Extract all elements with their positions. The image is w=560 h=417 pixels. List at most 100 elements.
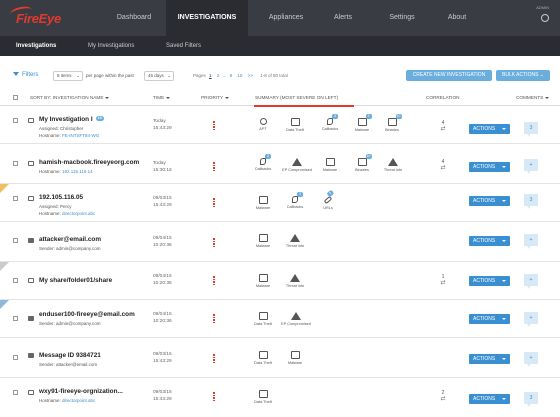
actions-button[interactable]: ACTIONS xyxy=(469,394,510,404)
filters-button[interactable]: Filters xyxy=(13,72,38,78)
actions-button[interactable]: ACTIONS xyxy=(469,276,510,286)
admin-label[interactable]: ADMIN xyxy=(536,5,549,10)
summary-malware[interactable]: Malware xyxy=(251,196,275,210)
nav-investigations[interactable]: INVESTIGATIONS xyxy=(166,0,248,36)
row-checkbox[interactable] xyxy=(13,355,18,360)
callbacks-icon: 3 xyxy=(260,154,271,165)
summary-threat-info[interactable]: Threat Info xyxy=(283,274,307,288)
nav-dashboard[interactable]: Dashboard xyxy=(104,0,164,36)
table-row[interactable]: hamish-macbook.fireeyeorg.com Hostname: … xyxy=(0,144,560,184)
nav-settings[interactable]: Settings xyxy=(376,0,428,36)
table-row[interactable]: wxy91-fireeye-orgnization... Hostname: d… xyxy=(0,378,560,417)
summary-data-theft[interactable]: Data Theft xyxy=(251,390,275,404)
investigation-title[interactable]: Message ID 9384721 xyxy=(39,352,101,359)
summary-malware[interactable]: Malware xyxy=(251,274,275,288)
table-row[interactable]: Message ID 9384721 Sender: attacker@emai… xyxy=(0,338,560,378)
table-row[interactable]: 192.105.116.05 Assigned: Percy Hostname:… xyxy=(0,184,560,222)
row-checkbox[interactable] xyxy=(13,238,18,243)
priority-header[interactable]: PRIORITY xyxy=(201,95,230,100)
nav-about[interactable]: About xyxy=(434,0,480,36)
subnav-saved-filters[interactable]: Saved Filters xyxy=(166,36,201,56)
actions-button[interactable]: ACTIONS xyxy=(469,354,510,364)
page-10[interactable]: 10 xyxy=(237,73,242,78)
subnav-my-investigations[interactable]: My Investigations xyxy=(88,36,134,56)
page-1[interactable]: 1 xyxy=(209,73,212,78)
range-text: 1-8 of 80 total xyxy=(260,73,288,78)
row-checkbox[interactable] xyxy=(13,161,18,166)
table-row[interactable]: My share/folder01/share 09/04/15 10:20:36… xyxy=(0,262,560,300)
comment-button[interactable]: 3 xyxy=(524,392,538,407)
investigation-title[interactable]: My share/folder01/share xyxy=(39,277,112,284)
malware-icon xyxy=(258,234,268,242)
summary-ep-compromised[interactable]: EP Compromised xyxy=(280,312,312,326)
nav-alerts[interactable]: Alerts xyxy=(318,0,368,36)
page-9[interactable]: 9 xyxy=(230,73,233,78)
summary-ep-compromised[interactable]: EP Compromised xyxy=(282,158,312,172)
row-checkbox[interactable] xyxy=(13,196,18,201)
callbacks-icon: 3 xyxy=(292,192,303,203)
select-all-checkbox[interactable] xyxy=(13,95,18,100)
actions-button[interactable]: ACTIONS xyxy=(469,124,510,134)
fireeye-logo[interactable]: FireEye xyxy=(9,4,61,26)
actions-button[interactable]: ACTIONS xyxy=(469,236,510,246)
time-header[interactable]: TIME xyxy=(153,95,171,100)
create-investigation-button[interactable]: CREATE NEW INVESTIGATION xyxy=(406,70,492,81)
page-2[interactable]: 2 xyxy=(217,73,220,78)
bulk-actions-button[interactable]: BULK ACTIONS ⌄ xyxy=(496,70,550,81)
table-row[interactable]: attacker@email.com Sender: admin@company… xyxy=(0,222,560,262)
summary-callbacks[interactable]: 3 Callbacks xyxy=(283,192,307,209)
summary-malware[interactable]: Malware xyxy=(283,351,307,365)
actions-button[interactable]: ACTIONS xyxy=(469,162,510,172)
summary-data-theft[interactable]: Data Theft xyxy=(283,118,307,132)
comment-button[interactable]: + xyxy=(524,274,538,289)
summary-binaries[interactable]: 10 Binaries xyxy=(380,114,404,132)
summary-malware[interactable]: Malware xyxy=(318,158,342,172)
actions-button[interactable]: ACTIONS xyxy=(469,314,510,324)
table-row[interactable]: enduser100-fireeye@email.com Sender: adm… xyxy=(0,300,560,338)
summary-binaries[interactable]: 10 Binaries xyxy=(350,154,374,172)
comments-header[interactable]: COMMENTS xyxy=(516,95,550,100)
comment-button[interactable]: + xyxy=(524,159,538,174)
gear-icon[interactable] xyxy=(541,14,549,22)
investigation-title[interactable]: wxy91-fireeye-orgnization... xyxy=(39,388,123,395)
actions-button[interactable]: ACTIONS xyxy=(469,196,510,206)
urls-icon: 3 xyxy=(323,189,335,205)
items-per-page-select[interactable]: 8 items ⌄ xyxy=(53,71,83,81)
data-theft-icon xyxy=(258,390,268,398)
summary-data-theft[interactable]: Data Theft xyxy=(251,312,275,326)
correlation-cell[interactable]: 2 ⇄ xyxy=(437,390,449,402)
investigation-title[interactable]: enduser100-fireeye@email.com xyxy=(39,311,135,318)
row-checkbox[interactable] xyxy=(13,316,18,321)
summary-callbacks[interactable]: 3 Callbacks xyxy=(251,154,275,171)
comment-button[interactable]: + xyxy=(524,312,538,327)
comment-button[interactable]: 3 xyxy=(524,194,538,209)
investigation-title[interactable]: hamish-macbook.fireeyeorg.com xyxy=(39,159,139,166)
row-checkbox[interactable] xyxy=(13,118,18,123)
summary-threat-info[interactable]: Threat Info xyxy=(283,234,307,248)
comment-button[interactable]: 3 xyxy=(524,122,538,137)
investigation-title[interactable]: My Investigation I 10 xyxy=(39,116,104,123)
comment-button[interactable]: + xyxy=(524,352,538,367)
subnav-investigations[interactable]: Investigations xyxy=(16,36,56,56)
summary-urls[interactable]: 3 URLs xyxy=(316,189,340,210)
summary-callbacks[interactable]: 3 Callbacks xyxy=(318,114,342,131)
comment-button[interactable]: + xyxy=(524,234,538,249)
summary-threat-info[interactable]: Threat Info xyxy=(381,158,405,172)
correlation-cell[interactable]: 1 ⇄ xyxy=(437,274,449,286)
investigation-title[interactable]: attacker@email.com xyxy=(39,236,101,243)
days-select[interactable]: 45 days ⌄ xyxy=(144,71,174,81)
sort-by-header[interactable]: Sort by: INVESTIGATION NAME xyxy=(30,95,110,100)
chevron-down-icon xyxy=(502,128,506,130)
investigation-title[interactable]: 192.105.116.05 xyxy=(39,194,83,201)
summary-malware[interactable]: 3 Malware xyxy=(350,114,374,132)
summary-apt[interactable]: APT xyxy=(251,118,275,131)
nav-appliances[interactable]: Appliances xyxy=(256,0,316,36)
page-next[interactable]: >> xyxy=(248,73,253,78)
summary-data-theft[interactable]: Data Theft xyxy=(251,351,275,365)
row-checkbox[interactable] xyxy=(13,390,18,395)
row-checkbox[interactable] xyxy=(13,278,18,283)
table-row[interactable]: My Investigation I 10 Assigned: Christoph… xyxy=(0,106,560,144)
correlation-cell[interactable]: 4 ⇄ xyxy=(437,159,449,171)
summary-malware[interactable]: Malware xyxy=(251,234,275,248)
correlation-cell[interactable]: 4 ⇄ xyxy=(437,120,449,132)
